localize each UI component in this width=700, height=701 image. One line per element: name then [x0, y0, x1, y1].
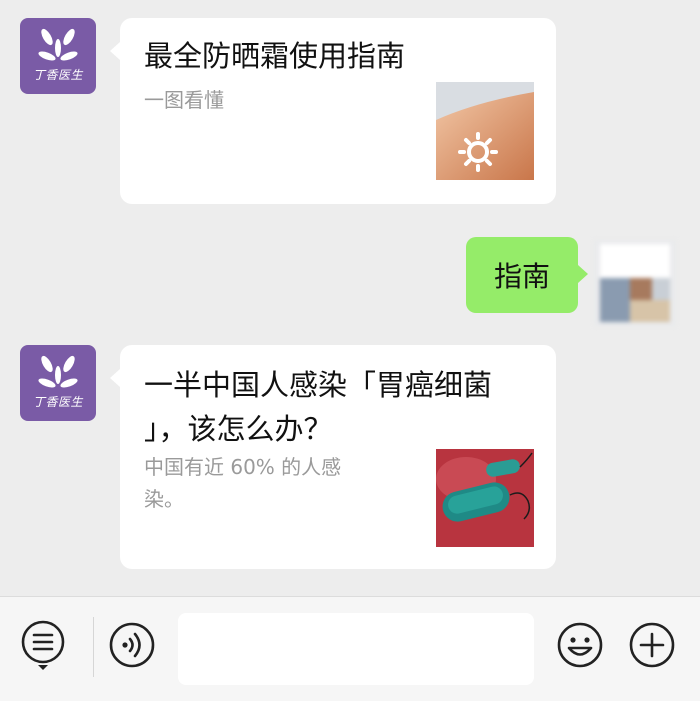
my-avatar[interactable] [594, 240, 676, 326]
article-summary: 一图看懂 [144, 88, 224, 112]
official-account-avatar[interactable]: 丁香医生 [20, 345, 96, 421]
sunscreen-arm-icon [436, 82, 534, 180]
my-message-text: 指南 [493, 260, 550, 293]
article-summary-line1: 中国有近 60% 的人感 [144, 455, 342, 479]
avatar-caption: 丁香医生 [32, 395, 83, 409]
article-card-bacteria[interactable]: 一半中国人感染「胃癌细菌 」，该怎么办？ 中国有近 60% 的人感 染。 [110, 345, 556, 569]
article-title-line1: 一半中国人感染「胃癌细菌 [144, 368, 493, 402]
chat-input-bar [0, 596, 700, 701]
flower-logo-icon [38, 355, 78, 388]
article-card-sunscreen[interactable]: 最全防晒霜使用指南 一图看懂 [110, 18, 556, 204]
message-input[interactable] [178, 613, 534, 685]
flower-logo-icon [38, 28, 78, 61]
list-menu-icon[interactable] [20, 619, 66, 671]
article-title-line2: 」，该怎么办？ [144, 412, 333, 446]
emoji-icon[interactable] [556, 621, 604, 669]
official-account-avatar[interactable]: 丁香医生 [20, 18, 96, 94]
voice-icon[interactable] [108, 621, 156, 669]
avatar-caption: 丁香医生 [32, 68, 83, 82]
plus-icon[interactable] [628, 621, 676, 669]
bar-divider [93, 617, 94, 677]
article-title: 最全防晒霜使用指南 [144, 39, 406, 73]
article-summary-line2: 染。 [144, 487, 184, 511]
my-message-bubble[interactable]: 指南 [466, 237, 588, 313]
bacteria-icon [436, 449, 534, 547]
